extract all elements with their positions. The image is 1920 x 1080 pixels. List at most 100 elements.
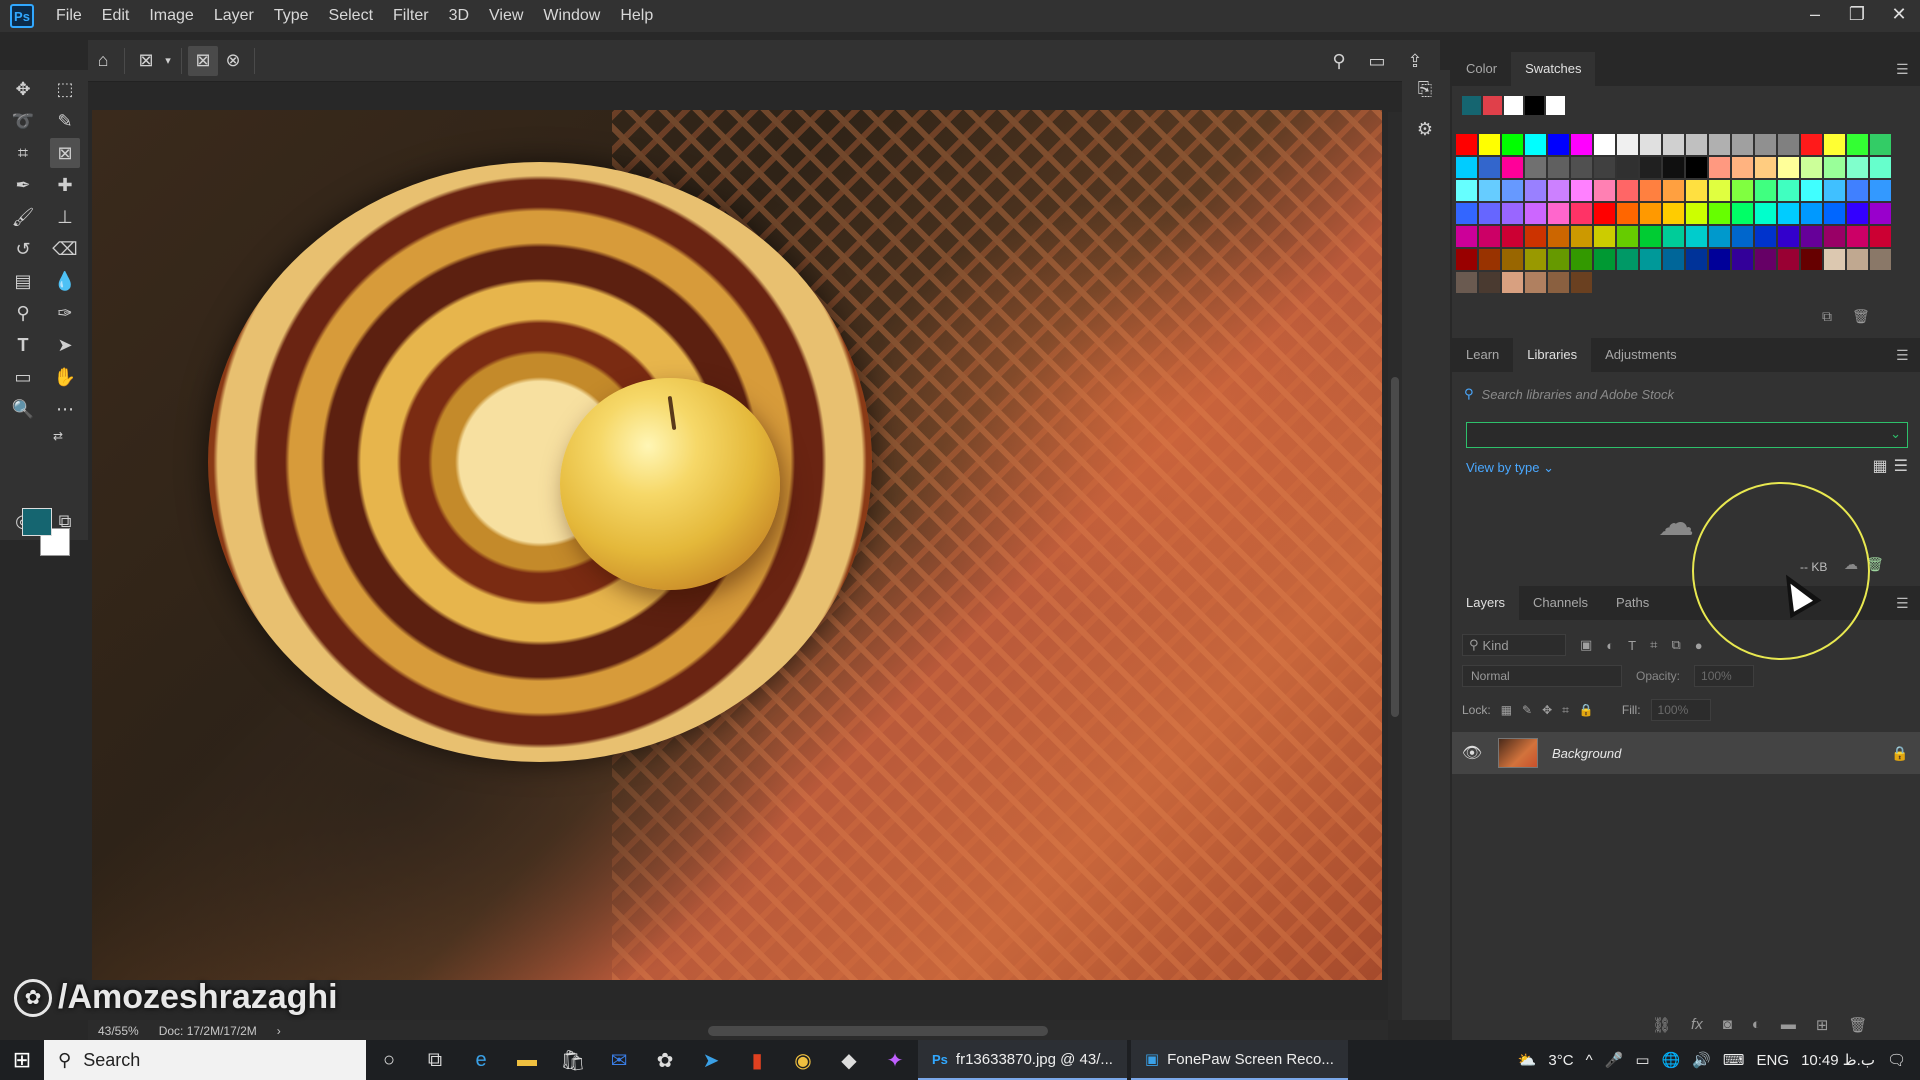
tab-paths[interactable]: Paths	[1602, 586, 1663, 620]
swatch[interactable]	[1594, 180, 1615, 201]
copilot-icon[interactable]: ✦	[872, 1040, 918, 1080]
close-button[interactable]: ✕	[1878, 0, 1920, 28]
lasso-tool-icon[interactable]: ➰	[8, 106, 38, 136]
notifications-icon[interactable]: 🗨	[1887, 1051, 1906, 1069]
adjustment-filter-icon[interactable]: ◐	[1606, 638, 1614, 653]
layer-name[interactable]: Background	[1552, 746, 1880, 761]
swatch[interactable]	[1456, 249, 1477, 270]
swatch[interactable]	[1824, 134, 1845, 155]
temperature[interactable]: 3°C	[1548, 1052, 1573, 1069]
menu-image[interactable]: Image	[139, 0, 203, 32]
tab-libraries[interactable]: Libraries	[1513, 338, 1592, 372]
swatch[interactable]	[1686, 180, 1707, 201]
swatch[interactable]	[1824, 180, 1845, 201]
swatch[interactable]	[1847, 226, 1868, 247]
search-icon[interactable]: ⚲	[1324, 46, 1354, 76]
swatch[interactable]	[1847, 249, 1868, 270]
swatch[interactable]	[1456, 203, 1477, 224]
tab-adjustments[interactable]: Adjustments	[1591, 338, 1691, 372]
scroll-thumb[interactable]	[1391, 377, 1399, 717]
view-by-type[interactable]: View by type ⌄	[1466, 460, 1554, 476]
menu-file[interactable]: File	[46, 0, 92, 32]
lock-all-icon[interactable]: 🔒	[1579, 703, 1594, 717]
zoom-tool-icon[interactable]: 🔍	[8, 394, 38, 424]
swatch[interactable]	[1502, 157, 1523, 178]
swatch[interactable]	[1502, 134, 1523, 155]
swatch[interactable]	[1502, 226, 1523, 247]
swatch[interactable]	[1456, 272, 1477, 293]
swatch[interactable]	[1525, 134, 1546, 155]
library-search[interactable]: ⚲ Search libraries and Adobe Stock	[1464, 382, 1904, 406]
path-select-tool-icon[interactable]: ➤	[50, 330, 80, 360]
kind-filter[interactable]: ⚲ Kind	[1462, 634, 1566, 656]
rectangle-frame-icon[interactable]: ⊠	[188, 45, 218, 76]
swatch[interactable]	[1686, 249, 1707, 270]
taskbar-app-photoshop[interactable]: Ps fr13633870.jpg @ 43/...	[918, 1040, 1127, 1080]
swatch[interactable]	[1456, 180, 1477, 201]
properties-panel-icon[interactable]: ⚙	[1410, 114, 1440, 144]
swatch[interactable]	[1617, 249, 1638, 270]
trash-icon[interactable]: 🗑	[1852, 308, 1870, 325]
tab-color[interactable]: Color	[1452, 52, 1511, 86]
menu-type[interactable]: Type	[264, 0, 319, 32]
swatch[interactable]	[1663, 157, 1684, 178]
swatch[interactable]	[1824, 249, 1845, 270]
swatch[interactable]	[1571, 134, 1592, 155]
swatch[interactable]	[1663, 249, 1684, 270]
chrome-icon[interactable]: ◉	[780, 1040, 826, 1080]
frame-tool-icon[interactable]: ⊠	[131, 46, 161, 76]
swatch[interactable]	[1755, 226, 1776, 247]
lock-position-icon[interactable]: ✥	[1542, 703, 1552, 717]
swatch[interactable]	[1640, 157, 1661, 178]
swatch[interactable]	[1686, 134, 1707, 155]
grid-view-icon[interactable]: ▦	[1873, 456, 1888, 476]
swatch[interactable]	[1548, 134, 1569, 155]
swatch[interactable]	[1755, 203, 1776, 224]
swatch[interactable]	[1755, 249, 1776, 270]
swatch[interactable]	[1594, 134, 1615, 155]
lock-pixels-icon[interactable]: ✎	[1522, 703, 1532, 717]
swatch[interactable]	[1456, 157, 1477, 178]
eraser-tool-icon[interactable]: ⌫	[50, 234, 80, 264]
zoom-level[interactable]: 43/55%	[98, 1024, 139, 1038]
layer-row[interactable]: 👁 Background 🔒	[1452, 732, 1920, 774]
task-view-icon[interactable]: ⧉	[412, 1040, 458, 1080]
swatch[interactable]	[1617, 226, 1638, 247]
swatch[interactable]	[1732, 249, 1753, 270]
swatch[interactable]	[1870, 249, 1891, 270]
menu-view[interactable]: View	[479, 0, 533, 32]
swatch[interactable]	[1778, 157, 1799, 178]
gradient-tool-icon[interactable]: ▤	[8, 266, 38, 296]
menu-filter[interactable]: Filter	[383, 0, 439, 32]
swatch[interactable]	[1502, 272, 1523, 293]
history-panel-icon[interactable]: ⎘	[1410, 74, 1440, 104]
swatch[interactable]	[1778, 203, 1799, 224]
adjustment-layer-icon[interactable]: ◐	[1752, 1016, 1761, 1034]
tab-swatches[interactable]: Swatches	[1511, 52, 1596, 86]
shape-filter-icon[interactable]: ⌗	[1650, 637, 1657, 653]
swatch[interactable]	[1801, 157, 1822, 178]
hand-tool-icon[interactable]: ✋	[50, 362, 80, 392]
swatch[interactable]	[1732, 157, 1753, 178]
screen-mode-icon[interactable]: ⧉	[50, 506, 80, 536]
swatch[interactable]	[1663, 203, 1684, 224]
tab-channels[interactable]: Channels	[1519, 586, 1602, 620]
swatch[interactable]	[1571, 203, 1592, 224]
swatch[interactable]	[1709, 226, 1730, 247]
swatch[interactable]	[1571, 249, 1592, 270]
cortana-icon[interactable]: ○	[366, 1040, 412, 1080]
swatch[interactable]	[1801, 203, 1822, 224]
edge-icon[interactable]: e	[458, 1040, 504, 1080]
swatch[interactable]	[1801, 249, 1822, 270]
panel-menu-icon[interactable]: ☰	[1896, 595, 1910, 612]
swatch[interactable]	[1732, 203, 1753, 224]
visibility-eye-icon[interactable]: 👁	[1452, 743, 1492, 763]
foreground-color-swatch[interactable]	[22, 508, 52, 536]
swatch[interactable]	[1663, 180, 1684, 201]
windows-start-icon[interactable]: ⊞	[0, 1040, 44, 1080]
swatch[interactable]	[1732, 180, 1753, 201]
swatch[interactable]	[1847, 134, 1868, 155]
panel-menu-icon[interactable]: ☰	[1896, 61, 1910, 78]
store-icon[interactable]: 🛍	[550, 1040, 596, 1080]
clock[interactable]: 10:49 ب.ظ	[1801, 1051, 1875, 1069]
